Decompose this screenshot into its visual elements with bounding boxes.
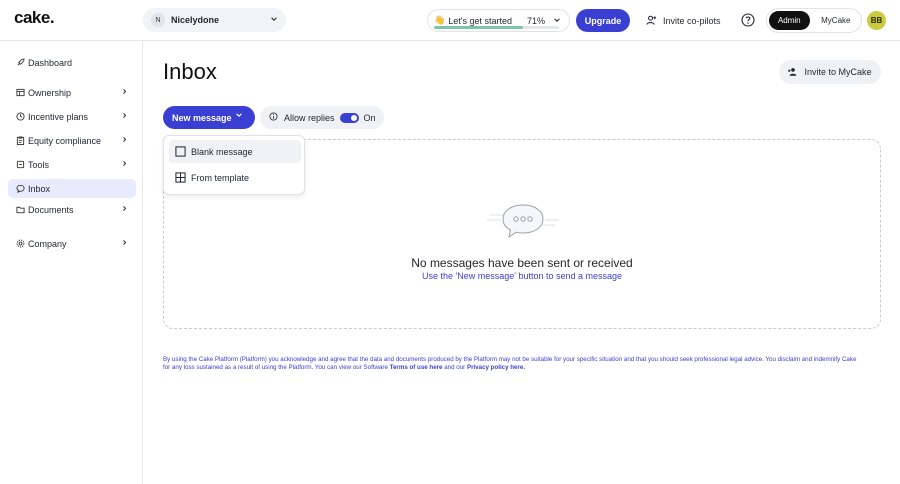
disclaimer-text-and: and our <box>442 364 467 371</box>
company-selector[interactable]: N Nicelydone <box>143 8 286 32</box>
progress-bar-fill <box>434 26 523 29</box>
menu-item-label: From template <box>191 172 250 183</box>
cake-logo[interactable]: cake. <box>14 8 55 28</box>
invite-to-mycake-button[interactable]: Invite to MyCake <box>779 60 881 84</box>
info-icon <box>269 112 278 123</box>
new-message-dropdown: Blank message From template <box>163 135 305 195</box>
allow-replies-label: Allow replies <box>284 112 335 123</box>
empty-state-subtitle: Use the 'New message' button to send a m… <box>421 271 623 281</box>
sidebar-item-label: Dashboard <box>28 57 73 68</box>
avatar[interactable]: BB <box>867 11 886 30</box>
invite-copilots-label: Invite co-pilots <box>663 15 721 26</box>
allow-replies-state: On <box>363 112 376 123</box>
folder-icon <box>15 205 25 215</box>
chevron-down-icon <box>553 16 561 26</box>
clock-icon <box>15 112 25 122</box>
table-icon <box>15 88 25 98</box>
privacy-policy-link[interactable]: Privacy policy here. <box>467 364 525 371</box>
sidebar-item-ownership[interactable]: Ownership <box>8 83 136 102</box>
sidebar-item-label: Company <box>28 238 67 249</box>
chevron-down-icon <box>270 15 278 25</box>
grid-icon <box>175 172 186 183</box>
clipboard-icon <box>15 136 25 146</box>
chat-icon <box>15 184 25 194</box>
checkbox-icon <box>175 146 186 157</box>
company-badge: N <box>151 13 165 27</box>
sidebar-item-tools[interactable]: Tools <box>8 155 136 174</box>
sidebar-item-label: Tools <box>28 159 50 170</box>
sidebar-item-documents[interactable]: Documents <box>8 200 136 219</box>
upgrade-button[interactable]: Upgrade <box>576 9 630 32</box>
add-user-icon <box>788 68 797 76</box>
sidebar: Dashboard Ownership Incentive plans Equi… <box>0 41 143 484</box>
new-message-label: New message <box>172 112 232 123</box>
chevron-right-icon <box>121 112 128 121</box>
chevron-right-icon <box>121 136 128 145</box>
get-started-button[interactable]: 👋 Let's get started 71% <box>427 9 570 32</box>
add-user-icon <box>646 15 657 25</box>
legal-disclaimer: By using the Cake Platform (Platform) yo… <box>163 356 863 372</box>
sidebar-item-inbox[interactable]: Inbox <box>8 179 136 198</box>
invite-to-mycake-label: Invite to MyCake <box>804 67 872 77</box>
sidebar-item-label: Documents <box>28 204 74 215</box>
company-name: Nicelydone <box>171 15 220 25</box>
chevron-right-icon <box>121 205 128 214</box>
help-icon[interactable] <box>741 13 755 29</box>
tool-icon <box>15 160 25 170</box>
waving-hand-icon: 👋 <box>434 15 446 25</box>
progress-bar <box>434 26 559 29</box>
role-admin-option[interactable]: Admin <box>769 11 810 30</box>
chevron-right-icon <box>121 239 128 248</box>
chevron-down-icon <box>235 111 243 121</box>
sidebar-item-label: Incentive plans <box>28 111 89 122</box>
chat-bubble-illustration <box>487 204 559 239</box>
chevron-right-icon <box>121 88 128 97</box>
menu-item-from-template[interactable]: From template <box>169 166 301 189</box>
terms-of-use-link[interactable]: Terms of use here <box>390 364 443 371</box>
sidebar-item-dashboard[interactable]: Dashboard <box>8 53 136 72</box>
gear-icon <box>15 239 25 249</box>
top-header: cake. N Nicelydone 👋 Let's get started 7… <box>0 0 900 41</box>
page-title: Inbox <box>163 59 217 84</box>
allow-replies-control: Allow replies On <box>260 106 384 129</box>
get-started-label: Let's get started <box>448 15 512 26</box>
allow-replies-toggle[interactable] <box>339 112 359 123</box>
rocket-icon <box>15 58 25 68</box>
toggle-knob <box>350 114 357 121</box>
chevron-right-icon <box>121 160 128 169</box>
empty-state-title: No messages have been sent or received <box>411 256 633 270</box>
progress-percent: 71% <box>526 15 545 26</box>
invite-copilots-button[interactable]: Invite co-pilots <box>646 12 721 29</box>
role-mycake-option[interactable]: MyCake <box>813 11 859 30</box>
sidebar-item-label: Inbox <box>28 183 51 194</box>
sidebar-item-label: Equity compliance <box>28 135 102 146</box>
menu-item-blank-message[interactable]: Blank message <box>169 140 301 163</box>
new-message-button[interactable]: New message <box>163 106 255 129</box>
role-switcher: Admin MyCake <box>766 8 862 33</box>
menu-item-label: Blank message <box>191 146 253 157</box>
sidebar-item-incentive-plans[interactable]: Incentive plans <box>8 107 136 126</box>
sidebar-item-company[interactable]: Company <box>8 234 136 253</box>
sidebar-item-equity-compliance[interactable]: Equity compliance <box>8 131 136 150</box>
sidebar-item-label: Ownership <box>28 87 72 98</box>
